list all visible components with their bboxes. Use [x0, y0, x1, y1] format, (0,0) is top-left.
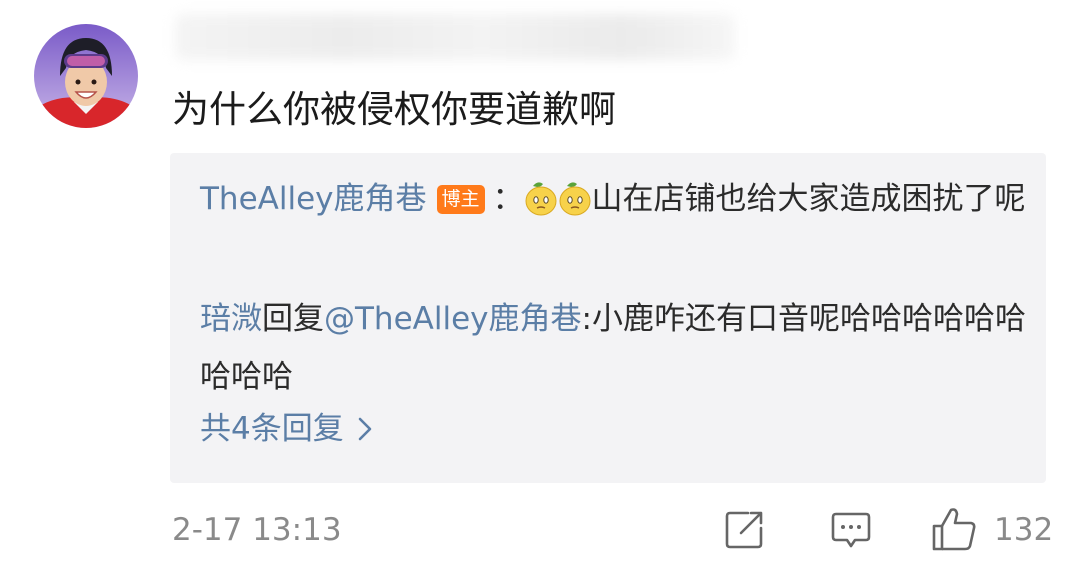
more-replies-label: 共4条回复 [200, 411, 344, 447]
reply-item[interactable]: TheAlley鹿角巷 博主： 山在店铺也给大家造成困扰了呢 [200, 170, 1030, 228]
reply-separator: ： [492, 181, 524, 217]
blogger-badge: 博主 [436, 185, 485, 214]
reply-panel[interactable]: TheAlley鹿角巷 博主： 山在店铺也给大家造成困扰了呢 琣溦回复@TheAl… [170, 153, 1046, 483]
melting-face-emoji [558, 180, 592, 216]
reply-username[interactable]: 琣溦 [200, 301, 262, 337]
share-icon[interactable] [724, 510, 766, 554]
blurred-username [175, 14, 735, 60]
more-replies-link[interactable]: 共4条回复 [200, 406, 374, 452]
reply-username[interactable]: TheAlley鹿角巷 [200, 181, 427, 217]
comment-icon[interactable] [830, 510, 872, 554]
reply-item[interactable]: 琣溦回复@TheAlley鹿角巷:小鹿咋还有口音呢哈哈哈哈哈哈哈哈哈 [200, 290, 1030, 406]
user-avatar[interactable] [34, 24, 138, 128]
reply-word: 回复 [262, 301, 324, 337]
melting-face-emoji [524, 180, 558, 216]
like-count: 132 [994, 512, 1054, 548]
comment-text: 为什么你被侵权你要道歉啊 [172, 88, 616, 131]
chevron-right-icon [356, 409, 374, 441]
thumbs-up-icon[interactable] [930, 506, 978, 556]
reply-mention[interactable]: @TheAlley鹿角巷 [324, 301, 582, 337]
reply-text: 山在店铺也给大家造成困扰了呢 [591, 181, 1026, 217]
comment-timestamp: 2-17 13:13 [172, 512, 342, 548]
